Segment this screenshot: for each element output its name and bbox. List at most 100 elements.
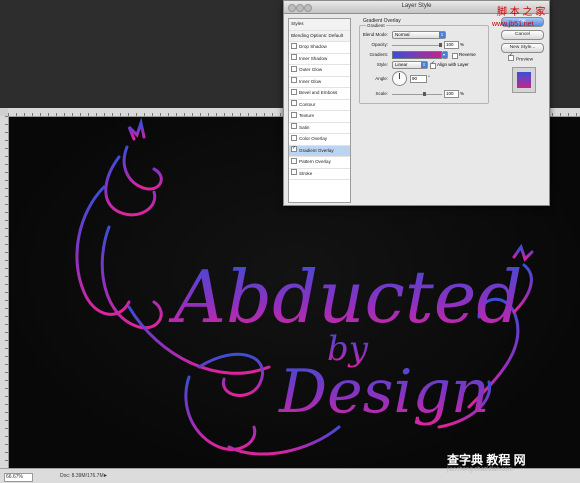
styles-list-item-label: Texture (299, 113, 315, 118)
gradient-picker-button[interactable]: ▾ (441, 51, 448, 59)
opacity-percent: % (460, 42, 465, 47)
ruler-tick (5, 372, 8, 373)
ruler-tick (5, 164, 8, 165)
ruler-tick (5, 260, 8, 261)
styles-list-item[interactable]: Drop Shadow (289, 42, 350, 54)
styles-list-item[interactable]: Color Overlay (289, 134, 350, 146)
reverse-checkbox[interactable] (452, 53, 458, 59)
new-style-button[interactable]: New Style... (501, 43, 544, 53)
ruler-tick (5, 436, 8, 437)
gradient-swatch[interactable] (392, 51, 442, 59)
angle-dial[interactable] (392, 71, 407, 86)
style-checkbox[interactable] (291, 157, 297, 164)
ruler-tick (112, 113, 113, 116)
ruler-tick (24, 113, 25, 116)
style-checkbox[interactable] (291, 65, 297, 72)
style-value: Linear (395, 62, 408, 67)
scale-input[interactable]: 100 (444, 90, 459, 98)
ruler-tick (568, 113, 569, 116)
ruler-tick (5, 460, 8, 461)
ruler-tick (208, 113, 209, 116)
styles-list-item[interactable]: Gradient Overlay (289, 143, 350, 157)
style-checkbox[interactable] (291, 169, 297, 176)
scale-percent: % (460, 91, 465, 96)
preview-toggle[interactable]: Preview (508, 52, 533, 62)
styles-list-item[interactable]: Outer Glow (289, 65, 350, 77)
opacity-label: Opacity: (371, 42, 388, 47)
opacity-slider[interactable] (392, 43, 442, 47)
styles-list-item[interactable]: Inner Glow (289, 77, 350, 88)
ruler-tick (5, 292, 8, 293)
watermark-bottom-url: jiaocheng.chazidian.com (447, 467, 513, 473)
style-checkbox[interactable] (291, 77, 297, 84)
ruler-tick (5, 236, 8, 237)
gradient-overlay-panel: Gradient Overlay Gradient Blend Mode: No… (353, 18, 489, 104)
zoom-field[interactable]: 66.67% (4, 473, 33, 482)
cancel-button[interactable]: Cancel (501, 30, 544, 40)
ruler-tick (5, 420, 8, 421)
preview-thumbnail (517, 72, 531, 88)
style-checkbox[interactable] (291, 123, 297, 130)
scale-slider[interactable] (392, 92, 442, 96)
gradient-group: Gradient Blend Mode: Normal ⇕ Opacity: 1… (359, 23, 489, 104)
style-checkbox[interactable] (291, 88, 297, 95)
ruler-tick (64, 113, 65, 116)
preview-checkbox[interactable] (508, 52, 514, 61)
chevron-down-icon: ⇕ (439, 32, 445, 38)
style-checkbox[interactable] (291, 42, 297, 49)
ruler-tick (48, 113, 49, 116)
ruler-tick (5, 332, 8, 333)
blend-mode-label: Blend Mode: (362, 32, 388, 37)
style-checkbox[interactable] (291, 111, 297, 118)
angle-input[interactable]: 90 (410, 75, 427, 83)
opacity-slider-knob[interactable] (439, 43, 442, 47)
styles-list-item-label: Bevel and Emboss (299, 90, 338, 95)
style-select[interactable]: Linear ⇕ (392, 61, 428, 69)
align-with-layer-checkbox[interactable] (430, 60, 436, 69)
ruler-tick (72, 113, 73, 116)
ruler-left[interactable] (0, 116, 9, 469)
ruler-corner[interactable] (0, 108, 8, 116)
styles-list-item[interactable]: Bevel and Emboss (289, 88, 350, 100)
ruler-tick (576, 113, 577, 116)
ruler-tick (5, 172, 8, 173)
styles-list-item-label: Gradient Overlay (299, 147, 334, 153)
style-checkbox[interactable] (291, 100, 297, 107)
ruler-tick (5, 220, 8, 221)
watermark-top-url: www.jb51.net (492, 21, 534, 28)
ruler-tick (32, 113, 33, 116)
ruler-tick (176, 113, 177, 116)
styles-list-item[interactable]: Contour (289, 100, 350, 111)
style-checkbox[interactable] (291, 134, 297, 141)
styles-list-item[interactable]: Satin (289, 123, 350, 134)
blend-mode-value: Normal (395, 32, 410, 37)
ruler-tick (5, 148, 8, 149)
styles-list-item[interactable]: Inner Shadow (289, 54, 350, 65)
blend-mode-select[interactable]: Normal ⇕ (392, 31, 446, 39)
ruler-tick (192, 113, 193, 116)
scale-slider-knob[interactable] (423, 92, 427, 96)
ruler-tick (5, 116, 8, 117)
reverse-label: Reverse (459, 52, 476, 57)
ruler-tick (120, 113, 121, 116)
styles-list-item[interactable]: Stroke (289, 169, 350, 180)
angle-unit: ° (428, 75, 430, 80)
ruler-tick (5, 444, 8, 445)
ruler-tick (5, 140, 8, 141)
style-checkbox[interactable] (291, 54, 297, 61)
ruler-tick (256, 113, 257, 116)
styles-list-item[interactable]: Blending Options: Default (289, 30, 350, 42)
watermark-bottom-title: 查字典 教程 网 (447, 453, 526, 467)
styles-list-item-label: Blending Options: Default (291, 32, 344, 38)
styles-list-item[interactable]: Pattern Overlay (289, 157, 350, 169)
styles-list-item[interactable]: Texture (289, 111, 350, 123)
style-checkbox[interactable] (291, 143, 297, 154)
artwork-line1: Abducted (168, 255, 523, 339)
ruler-tick (5, 428, 8, 429)
styles-list-item-label: Styles (291, 21, 304, 26)
ruler-tick (5, 388, 8, 389)
styles-list-item[interactable]: Styles (289, 19, 350, 31)
ruler-tick (80, 113, 81, 116)
status-menu-icon[interactable]: ▸ (104, 472, 107, 479)
opacity-input[interactable]: 100 (444, 41, 459, 49)
